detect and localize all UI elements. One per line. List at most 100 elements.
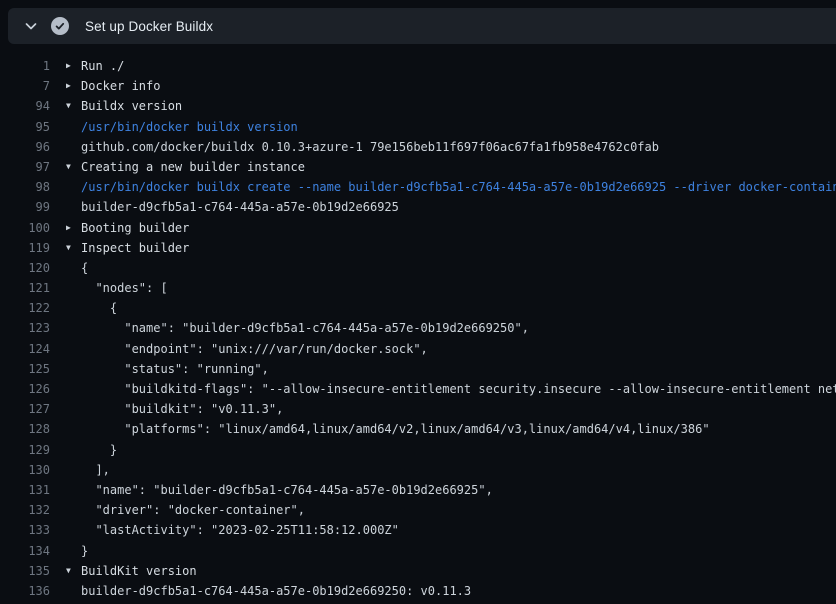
line-number[interactable]: 128 xyxy=(0,419,50,439)
log-line: 99 builder-d9cfb5a1-c764-445a-a57e-0b19d… xyxy=(0,197,836,217)
log-line-text: { xyxy=(81,298,117,318)
log-view: 1 ▶ Run ./ 7 ▶ Docker info 94 ▼ Buildx v… xyxy=(0,56,836,601)
line-number[interactable]: 100 xyxy=(0,218,50,238)
group-toggle-icon[interactable]: ▶ xyxy=(66,56,81,76)
log-line[interactable]: 135 ▼ BuildKit version xyxy=(0,561,836,581)
gutter xyxy=(50,218,66,238)
group-toggle-icon xyxy=(66,197,81,217)
gutter xyxy=(50,56,66,76)
gutter xyxy=(50,379,66,399)
log-line-text: Docker info xyxy=(81,76,160,96)
group-toggle-icon xyxy=(66,137,81,157)
log-line-text: builder-d9cfb5a1-c764-445a-a57e-0b19d2e6… xyxy=(81,197,399,217)
group-toggle-icon[interactable]: ▼ xyxy=(66,238,81,258)
line-number[interactable]: 96 xyxy=(0,137,50,157)
log-line: 121 "nodes": [ xyxy=(0,278,836,298)
group-toggle-icon[interactable]: ▼ xyxy=(66,96,81,116)
log-line[interactable]: 119 ▼ Inspect builder xyxy=(0,238,836,258)
group-toggle-icon xyxy=(66,480,81,500)
line-number[interactable]: 135 xyxy=(0,561,50,581)
line-number[interactable]: 132 xyxy=(0,500,50,520)
line-number[interactable]: 125 xyxy=(0,359,50,379)
log-line-text: Buildx version xyxy=(81,96,182,116)
line-number[interactable]: 130 xyxy=(0,460,50,480)
log-line-text: /usr/bin/docker buildx version xyxy=(81,117,298,137)
line-number[interactable]: 119 xyxy=(0,238,50,258)
gutter xyxy=(50,520,66,540)
group-toggle-icon xyxy=(66,399,81,419)
log-line-text: "buildkitd-flags": "--allow-insecure-ent… xyxy=(81,379,836,399)
gutter xyxy=(50,278,66,298)
gutter xyxy=(50,117,66,137)
line-number[interactable]: 124 xyxy=(0,339,50,359)
group-toggle-icon xyxy=(66,541,81,561)
line-number[interactable]: 120 xyxy=(0,258,50,278)
log-line: 128 "platforms": "linux/amd64,linux/amd6… xyxy=(0,419,836,439)
chevron-down-icon[interactable] xyxy=(18,13,44,39)
log-line-text: Run ./ xyxy=(81,56,124,76)
group-toggle-icon[interactable]: ▶ xyxy=(66,76,81,96)
gutter xyxy=(50,399,66,419)
group-toggle-icon xyxy=(66,278,81,298)
group-toggle-icon xyxy=(66,298,81,318)
gutter xyxy=(50,298,66,318)
log-line-text: Creating a new builder instance xyxy=(81,157,305,177)
gutter xyxy=(50,197,66,217)
log-line[interactable]: 7 ▶ Docker info xyxy=(0,76,836,96)
gutter xyxy=(50,76,66,96)
line-number[interactable]: 121 xyxy=(0,278,50,298)
line-number[interactable]: 94 xyxy=(0,96,50,116)
log-line-text: } xyxy=(81,541,88,561)
gutter xyxy=(50,238,66,258)
line-number[interactable]: 95 xyxy=(0,117,50,137)
line-number[interactable]: 7 xyxy=(0,76,50,96)
log-line: 129 } xyxy=(0,440,836,460)
log-line-text: "name": "builder-d9cfb5a1-c764-445a-a57e… xyxy=(81,318,529,338)
line-number[interactable]: 126 xyxy=(0,379,50,399)
line-number[interactable]: 136 xyxy=(0,581,50,601)
line-number[interactable]: 127 xyxy=(0,399,50,419)
group-toggle-icon xyxy=(66,117,81,137)
log-line[interactable]: 1 ▶ Run ./ xyxy=(0,56,836,76)
group-toggle-icon[interactable]: ▼ xyxy=(66,561,81,581)
line-number[interactable]: 133 xyxy=(0,520,50,540)
log-line: 124 "endpoint": "unix:///var/run/docker.… xyxy=(0,339,836,359)
gutter xyxy=(50,96,66,116)
line-number[interactable]: 99 xyxy=(0,197,50,217)
log-line[interactable]: 97 ▼ Creating a new builder instance xyxy=(0,157,836,177)
gutter xyxy=(50,460,66,480)
line-number[interactable]: 134 xyxy=(0,541,50,561)
gutter xyxy=(50,157,66,177)
gutter xyxy=(50,480,66,500)
log-line: 133 "lastActivity": "2023-02-25T11:58:12… xyxy=(0,520,836,540)
log-line-text: { xyxy=(81,258,88,278)
log-line: 95 /usr/bin/docker buildx version xyxy=(0,117,836,137)
line-number[interactable]: 131 xyxy=(0,480,50,500)
line-number[interactable]: 129 xyxy=(0,440,50,460)
line-number[interactable]: 98 xyxy=(0,177,50,197)
log-line[interactable]: 100 ▶ Booting builder xyxy=(0,218,836,238)
group-toggle-icon xyxy=(66,500,81,520)
group-toggle-icon[interactable]: ▼ xyxy=(66,157,81,177)
group-toggle-icon[interactable]: ▶ xyxy=(66,218,81,238)
line-number[interactable]: 1 xyxy=(0,56,50,76)
gutter xyxy=(50,258,66,278)
log-line[interactable]: 94 ▼ Buildx version xyxy=(0,96,836,116)
gutter xyxy=(50,339,66,359)
gutter xyxy=(50,581,66,601)
gutter xyxy=(50,419,66,439)
line-number[interactable]: 97 xyxy=(0,157,50,177)
line-number[interactable]: 122 xyxy=(0,298,50,318)
line-number[interactable]: 123 xyxy=(0,318,50,338)
log-line-text: BuildKit version xyxy=(81,561,197,581)
gutter xyxy=(50,137,66,157)
log-line-text: Inspect builder xyxy=(81,238,189,258)
group-toggle-icon xyxy=(66,318,81,338)
log-line: 98 /usr/bin/docker buildx create --name … xyxy=(0,177,836,197)
log-line: 130 ], xyxy=(0,460,836,480)
group-toggle-icon xyxy=(66,520,81,540)
gutter xyxy=(50,318,66,338)
log-line: 126 "buildkitd-flags": "--allow-insecure… xyxy=(0,379,836,399)
log-line-text: "lastActivity": "2023-02-25T11:58:12.000… xyxy=(81,520,399,540)
step-header[interactable]: Set up Docker Buildx xyxy=(8,8,836,44)
